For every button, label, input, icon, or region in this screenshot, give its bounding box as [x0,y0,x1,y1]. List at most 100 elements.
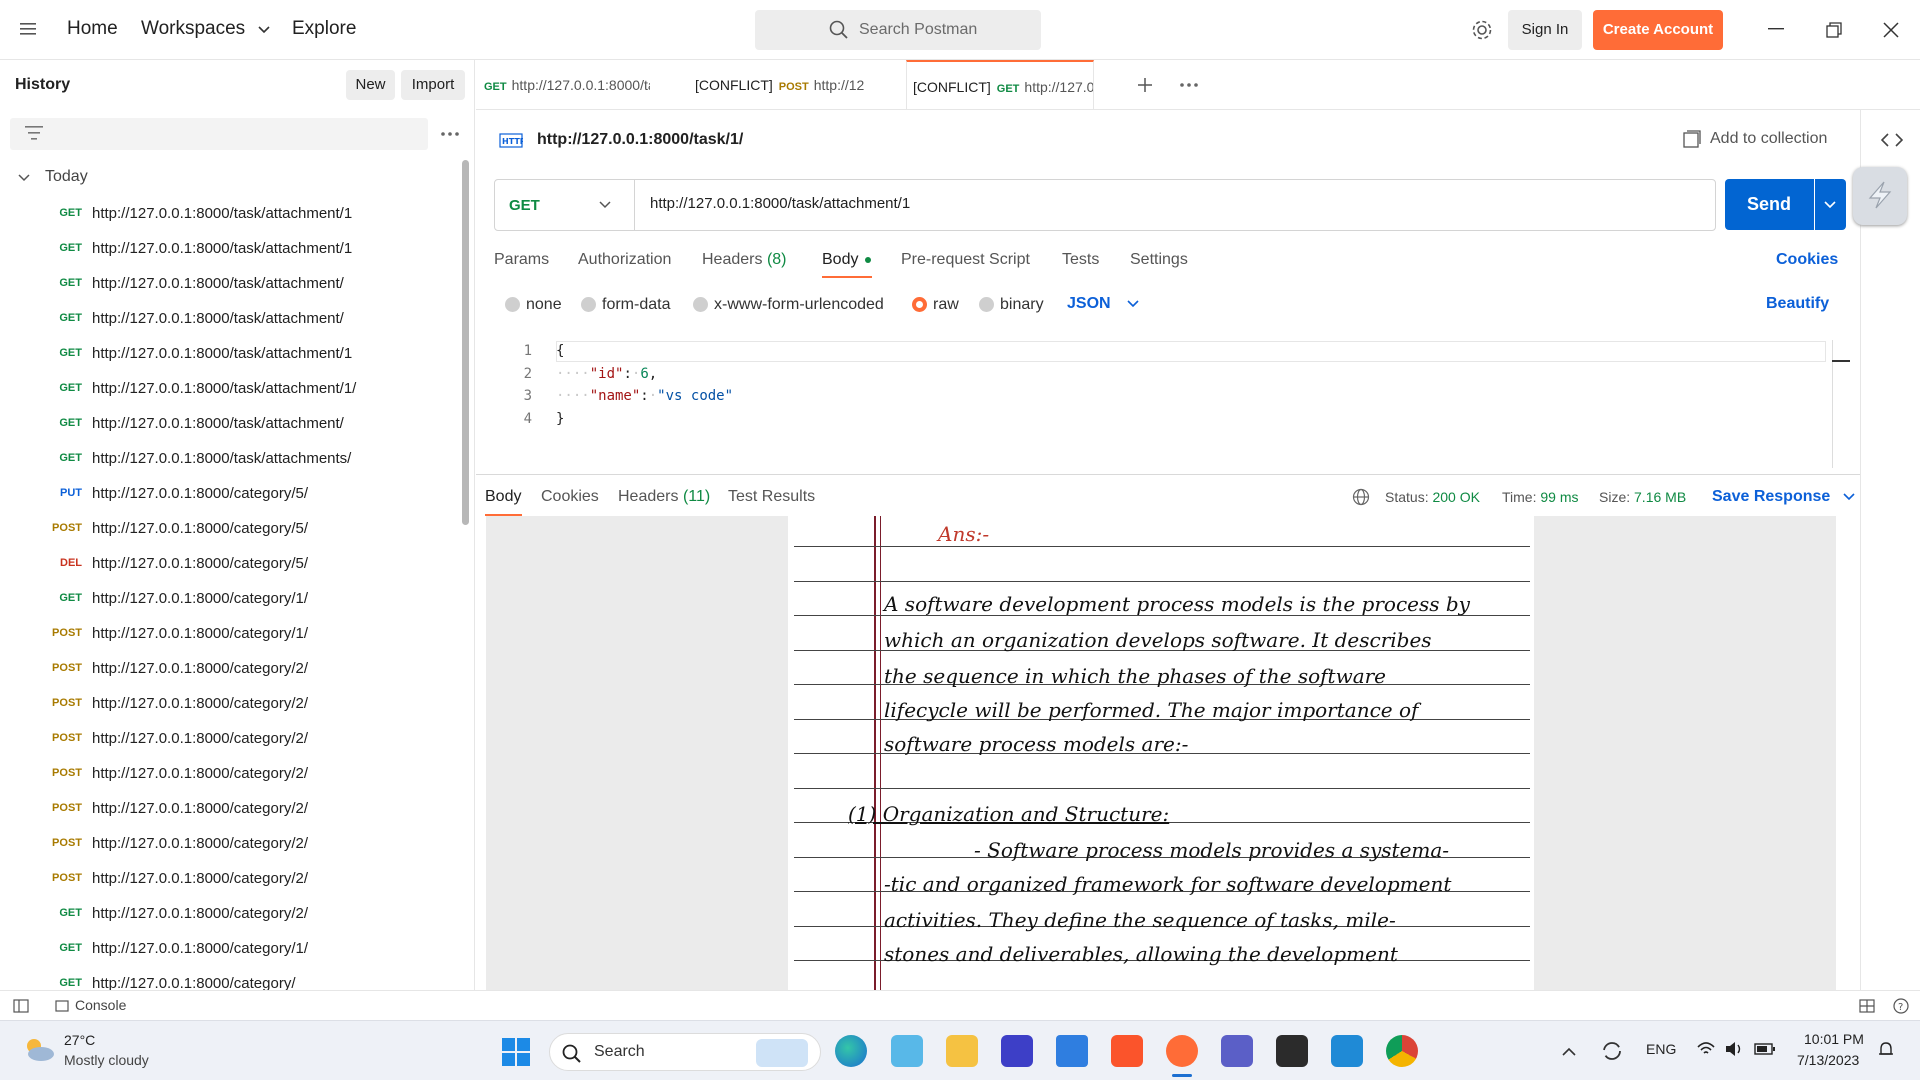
body-editor[interactable]: 1 2 3 4 { ····"id":·6, ····"name":·"vs c… [486,340,1850,468]
taskbar-search[interactable]: Search [549,1033,821,1071]
request-tab-active[interactable]: [CONFLICT] GET http://127.0.0 [906,60,1094,110]
sidebar-scrollbar[interactable] [462,160,469,525]
radio-none[interactable] [505,297,520,312]
new-tab-plus-icon[interactable] [1137,77,1153,93]
request-tab[interactable]: [CONFLICT] POST http://127.0 [695,60,865,110]
history-item[interactable]: GET http://127.0.0.1:8000/task/attachment… [0,337,460,372]
battery-icon[interactable] [1754,1043,1776,1055]
tab-params[interactable]: Params [494,251,549,269]
menu-icon[interactable] [20,22,36,36]
nav-workspaces[interactable]: Workspaces [141,18,271,40]
history-item[interactable]: GET http://127.0.0.1:8000/task/attachment… [0,232,460,267]
cookies-link[interactable]: Cookies [1776,251,1838,269]
tab-options-icon[interactable] [1180,83,1198,87]
restore-icon[interactable] [1826,22,1842,38]
history-item[interactable]: POST http://127.0.0.1:8000/category/2/ [0,722,460,757]
tab-authorization[interactable]: Authorization [578,251,671,269]
beautify-link[interactable]: Beautify [1766,295,1829,313]
add-to-collection-button[interactable]: Add to collection [1683,129,1833,151]
create-account-button[interactable]: Create Account [1593,10,1723,50]
sign-in-button[interactable]: Sign In [1508,10,1582,50]
history-item[interactable]: POST http://127.0.0.1:8000/category/2/ [0,687,460,722]
send-dropdown-button[interactable] [1815,179,1846,230]
windows-start-icon[interactable] [502,1038,530,1066]
chrome-icon[interactable] [1386,1035,1418,1067]
globe-icon[interactable] [1352,488,1370,506]
history-item[interactable]: POST http://127.0.0.1:8000/category/2/ [0,827,460,862]
language-indicator[interactable]: ENG [1646,1041,1676,1057]
widgets-app-icon[interactable] [891,1035,923,1067]
import-button[interactable]: Import [401,70,465,100]
history-item[interactable]: GET http://127.0.0.1:8000/task/attachment… [0,267,460,302]
history-item[interactable]: DEL http://127.0.0.1:8000/category/5/ [0,547,460,582]
size-info[interactable]: Size: 7.16 MB [1599,489,1686,505]
new-button[interactable]: New [346,70,395,100]
history-item[interactable]: POST http://127.0.0.1:8000/category/2/ [0,757,460,792]
edge-icon[interactable] [835,1035,867,1067]
code-icon[interactable] [1881,132,1903,148]
response-tab-test-results[interactable]: Test Results [728,488,815,506]
tab-pre-request-script[interactable]: Pre-request Script [901,251,1030,269]
history-item[interactable]: GET http://127.0.0.1:8000/task/attachment… [0,302,460,337]
history-item[interactable]: POST http://127.0.0.1:8000/category/2/ [0,792,460,827]
layout-icon[interactable] [1859,999,1875,1013]
response-tab-cookies[interactable]: Cookies [541,488,599,506]
method-select[interactable]: GET [495,180,635,230]
notification-icon[interactable] [1878,1041,1894,1059]
history-item[interactable]: GET http://127.0.0.1:8000/category/1/ [0,932,460,967]
status-info[interactable]: Status: 200 OK [1385,489,1480,505]
brave-browser-icon[interactable] [1111,1035,1143,1067]
weather-temperature[interactable]: 27°C [64,1032,95,1048]
vscode-icon[interactable] [1331,1035,1363,1067]
todo-icon[interactable] [1056,1035,1088,1067]
minimize-icon[interactable] [1768,28,1784,30]
close-icon[interactable] [1883,22,1899,38]
clock-date[interactable]: 7/13/2023 [1797,1052,1859,1068]
request-tab[interactable]: GET http://127.0.0.1:8000/task [484,60,650,110]
radio-binary[interactable] [979,297,994,312]
nav-home[interactable]: Home [67,18,118,40]
radio-form-data[interactable] [581,297,596,312]
history-item[interactable]: PUT http://127.0.0.1:8000/category/5/ [0,477,460,512]
history-item[interactable]: POST http://127.0.0.1:8000/category/2/ [0,652,460,687]
time-info[interactable]: Time: 99 ms [1502,489,1579,505]
tab-body[interactable]: Body [822,251,871,269]
weather-condition[interactable]: Mostly cloudy [64,1052,149,1068]
terminal-icon[interactable] [1276,1035,1308,1067]
visual-studio-icon[interactable] [1001,1035,1033,1067]
history-item[interactable]: GET http://127.0.0.1:8000/task/attachment… [0,407,460,442]
history-item[interactable]: POST http://127.0.0.1:8000/category/2/ [0,862,460,897]
history-item[interactable]: GET http://127.0.0.1:8000/task/attachment… [0,197,460,232]
response-tab-body[interactable]: Body [485,488,521,506]
response-tab-headers[interactable]: Headers (11) [618,488,710,506]
chevron-up-icon[interactable] [1562,1047,1576,1056]
format-select[interactable]: JSON [1067,295,1139,313]
clock-time[interactable]: 10:01 PM [1804,1031,1864,1047]
teams-icon[interactable] [1221,1035,1253,1067]
more-options-icon[interactable] [441,132,459,136]
wifi-icon[interactable] [1696,1041,1716,1057]
console-button[interactable]: Console [75,997,126,1013]
history-item[interactable]: GET http://127.0.0.1:8000/category/1/ [0,582,460,617]
tab-tests[interactable]: Tests [1062,251,1099,269]
send-button[interactable]: Send [1725,179,1814,230]
radio-raw-selected[interactable] [912,297,927,312]
sync-icon[interactable] [1600,1039,1624,1063]
sidebar-toggle-icon[interactable] [13,999,29,1013]
history-item[interactable]: POST http://127.0.0.1:8000/category/5/ [0,512,460,547]
history-group-today[interactable]: Today [18,168,218,188]
tab-settings[interactable]: Settings [1130,251,1188,269]
help-icon[interactable]: ? [1893,998,1909,1014]
file-explorer-icon[interactable] [946,1035,978,1067]
nav-explore[interactable]: Explore [292,18,356,40]
tab-headers[interactable]: Headers (8) [702,251,787,269]
filter-input[interactable] [10,118,428,150]
postman-icon[interactable] [1166,1035,1198,1067]
radio-urlencoded[interactable] [693,297,708,312]
url-input[interactable]: http://127.0.0.1:8000/task/attachment/1 [650,195,910,212]
history-item[interactable]: GET http://127.0.0.1:8000/category/ [0,967,460,990]
request-title[interactable]: http://127.0.0.1:8000/task/1/ [537,131,743,149]
save-response-button[interactable]: Save Response [1712,488,1855,506]
postbot-icon[interactable] [1853,167,1907,225]
history-item[interactable]: GET http://127.0.0.1:8000/task/attachment… [0,372,460,407]
